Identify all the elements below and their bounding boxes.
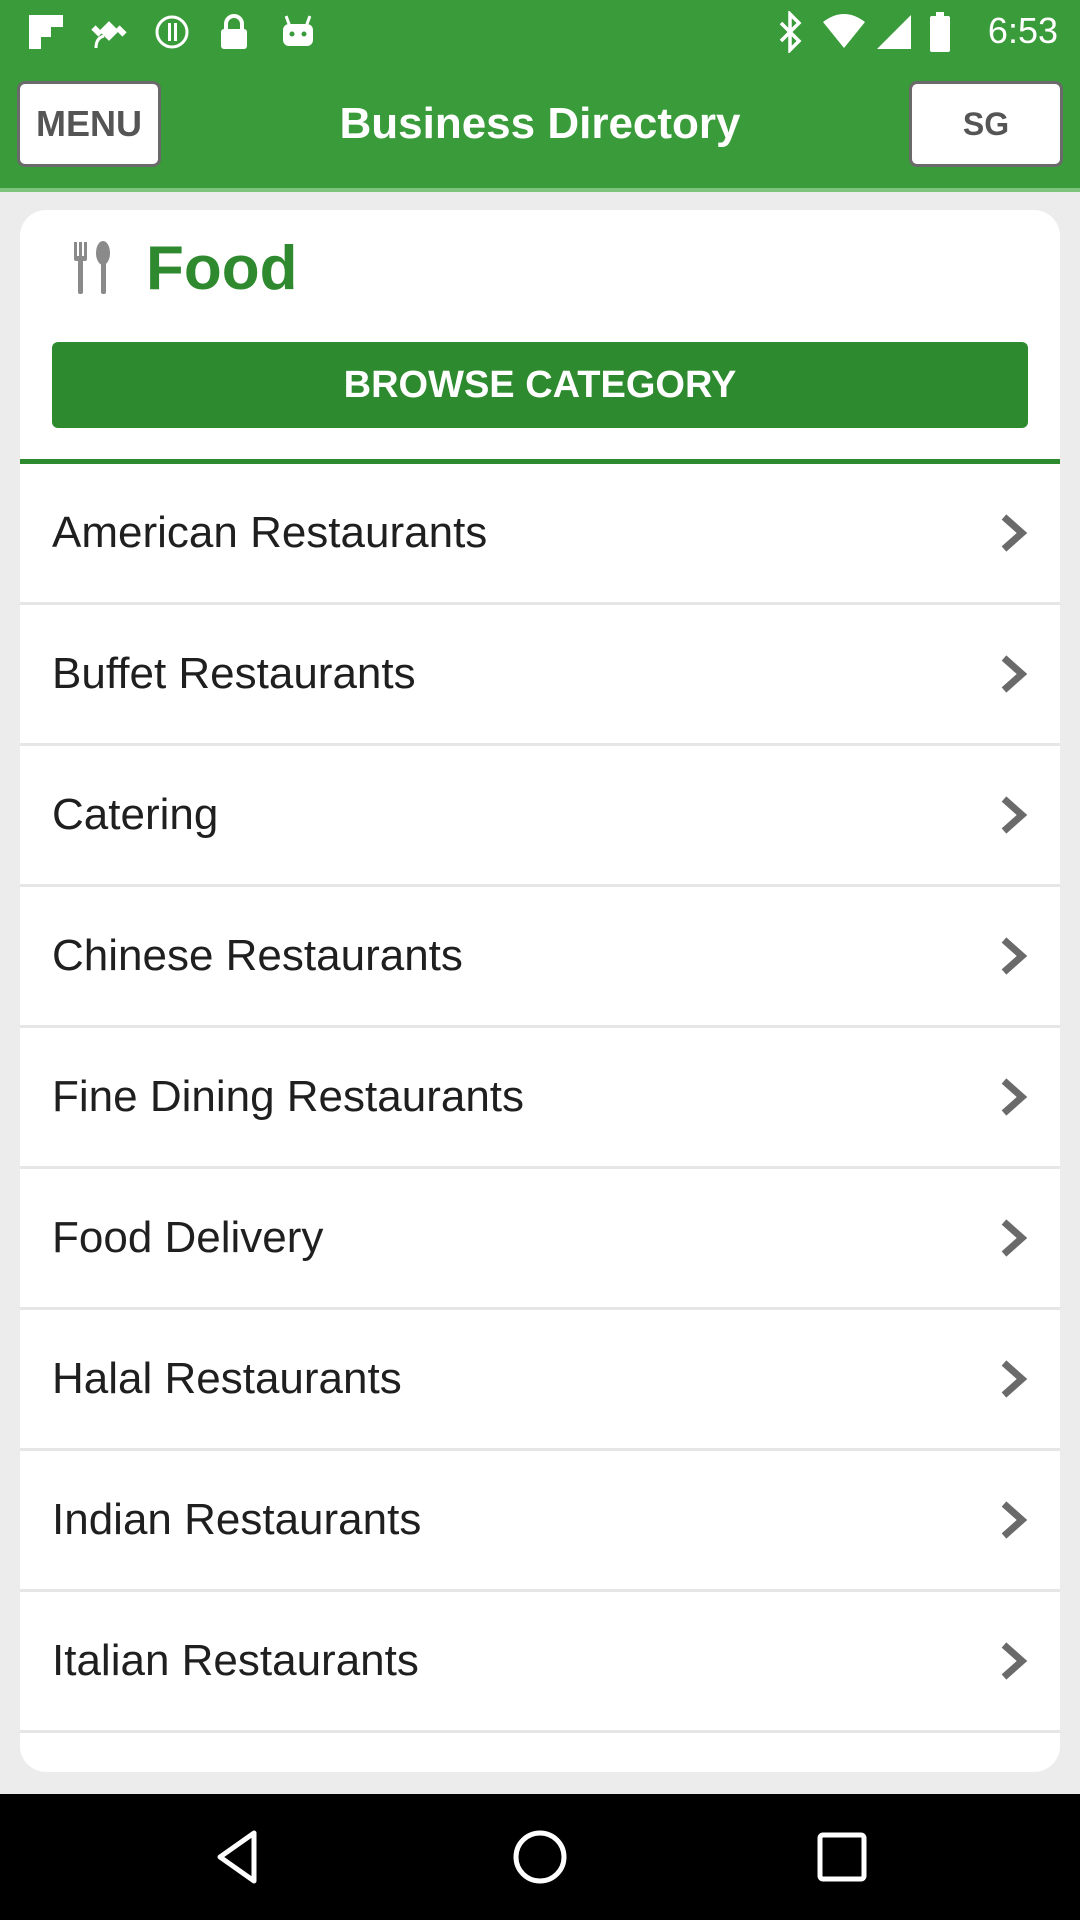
- app-bar: MENU Business Directory SG: [0, 62, 1080, 192]
- browse-category-button[interactable]: BROWSE CATEGORY: [52, 342, 1028, 428]
- battery-icon: [918, 10, 962, 54]
- list-item[interactable]: Halal Restaurants: [20, 1310, 1060, 1451]
- category-card: Food BROWSE CATEGORY American Restaurant…: [20, 210, 1060, 1772]
- category-title: Food: [146, 234, 298, 303]
- list-item[interactable]: Italian Restaurants: [20, 1592, 1060, 1733]
- list-item-label: Buffet Restaurants: [52, 649, 416, 698]
- chevron-right-icon: [1001, 796, 1028, 834]
- subcategory-list: American Restaurants Buffet Restaurants …: [20, 464, 1060, 1733]
- list-item[interactable]: Chinese Restaurants: [20, 887, 1060, 1028]
- list-item-label: Catering: [52, 790, 219, 839]
- chevron-right-icon: [1001, 514, 1028, 552]
- list-item[interactable]: Food Delivery: [20, 1169, 1060, 1310]
- region-button[interactable]: SG: [909, 81, 1063, 167]
- list-item[interactable]: Indian Restaurants: [20, 1451, 1060, 1592]
- fake-gps-icon: [88, 10, 132, 54]
- list-item[interactable]: Buffet Restaurants: [20, 605, 1060, 746]
- chevron-right-icon: [1001, 1501, 1028, 1539]
- chevron-right-icon: [1001, 1219, 1028, 1257]
- chevron-right-icon: [1001, 655, 1028, 693]
- list-item[interactable]: Catering: [20, 746, 1060, 887]
- list-item[interactable]: American Restaurants: [20, 464, 1060, 605]
- list-item-label: Italian Restaurants: [52, 1636, 419, 1685]
- list-item-label: Food Delivery: [52, 1213, 324, 1262]
- android-icon: [276, 10, 320, 54]
- chevron-right-icon: [1001, 937, 1028, 975]
- list-item[interactable]: Fine Dining Restaurants: [20, 1028, 1060, 1169]
- chevron-right-icon: [1001, 1642, 1028, 1680]
- bluetooth-icon: [768, 10, 812, 54]
- list-item-label: Fine Dining Restaurants: [52, 1072, 525, 1121]
- chevron-right-icon: [1001, 1078, 1028, 1116]
- signal-icon: [872, 10, 916, 54]
- home-icon[interactable]: [510, 1827, 570, 1887]
- circle-status-icon: [150, 10, 194, 54]
- recents-icon[interactable]: [812, 1827, 872, 1887]
- lock-icon: [212, 10, 256, 54]
- flipboard-icon: [24, 10, 68, 54]
- navigation-bar: [0, 1794, 1080, 1920]
- status-time: 6:53: [987, 10, 1058, 51]
- chevron-right-icon: [1001, 1360, 1028, 1398]
- list-item-label: Indian Restaurants: [52, 1495, 422, 1544]
- status-bar: 6:53: [0, 0, 1080, 62]
- fork-knife-icon: [70, 240, 114, 296]
- wifi-icon: [822, 10, 866, 54]
- list-item-label: American Restaurants: [52, 508, 488, 557]
- back-icon[interactable]: [210, 1827, 270, 1887]
- list-item-label: Halal Restaurants: [52, 1354, 402, 1403]
- list-item-label: Chinese Restaurants: [52, 931, 463, 980]
